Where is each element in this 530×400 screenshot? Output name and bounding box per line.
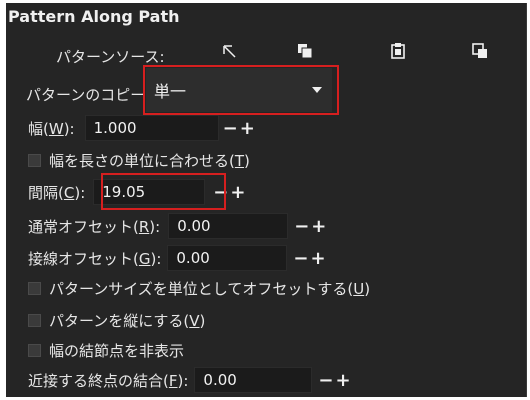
copies-value: 単一 <box>154 82 187 101</box>
width-row: 幅(W): 1.000 −+ <box>28 113 257 143</box>
offsets-unit-label: パターンサイズを単位としてオフセットする(U) <box>49 279 371 298</box>
hide-knot-row[interactable]: 幅の結節点を非表示 <box>28 335 184 365</box>
spacing-row: 間隔(C): 19.05 −+ <box>28 177 247 207</box>
offsets-unit-row[interactable]: パターンサイズを単位としてオフセットする(U) <box>28 273 370 303</box>
tangential-offset-label: 接線オフセット(G): <box>28 249 162 268</box>
normal-offset-input[interactable]: 0.00 <box>168 213 289 239</box>
width-stepper[interactable]: −+ <box>223 118 257 139</box>
pattern-along-path-panel: Pattern Along Path パターンソース: パターンのコピー: 単一… <box>6 3 527 397</box>
link-to-clipboard-icon[interactable] <box>472 43 488 59</box>
edit-on-canvas-icon[interactable] <box>222 43 238 59</box>
paste-icon[interactable] <box>390 43 406 59</box>
pattern-source-label: パターンソース: <box>56 47 165 66</box>
width-label: 幅(W): <box>28 119 75 138</box>
width-input[interactable]: 1.000 <box>84 115 219 141</box>
tangential-offset-row: 接線オフセット(G): 0.00 −+ <box>28 243 328 273</box>
chevron-down-icon <box>312 87 322 93</box>
vertical-checkbox[interactable] <box>28 313 41 327</box>
hide-knot-checkbox[interactable] <box>28 343 41 357</box>
spacing-stepper[interactable]: −+ <box>213 182 247 203</box>
hide-knot-label: 幅の結節点を非表示 <box>49 341 185 360</box>
spacing-label: 間隔(C): <box>28 183 86 202</box>
panel-title: Pattern Along Path <box>8 7 180 26</box>
copy-icon[interactable] <box>297 43 313 59</box>
vertical-row[interactable]: パターンを縦にする(V) <box>28 305 205 335</box>
width-length-label: 幅を長さの単位に合わせる(T) <box>49 151 250 170</box>
copies-label: パターンのコピー: <box>26 85 151 104</box>
fuse-label: 近接する終点の結合(F): <box>28 371 189 390</box>
fuse-stepper[interactable]: −+ <box>318 370 352 391</box>
fuse-input[interactable]: 0.00 <box>194 367 313 393</box>
normal-offset-label: 通常オフセット(R): <box>28 217 161 236</box>
copies-dropdown[interactable]: 単一 <box>146 68 332 112</box>
offsets-unit-checkbox[interactable] <box>28 281 41 295</box>
width-length-checkbox[interactable] <box>28 153 41 167</box>
vertical-label: パターンを縦にする(V) <box>49 311 206 330</box>
normal-offset-row: 通常オフセット(R): 0.00 −+ <box>28 211 328 241</box>
spacing-input[interactable]: 19.05 <box>93 179 206 205</box>
copies-row: パターンのコピー: <box>26 79 150 109</box>
tangential-offset-input[interactable]: 0.00 <box>167 245 288 271</box>
normal-offset-stepper[interactable]: −+ <box>294 216 328 237</box>
pattern-source-row: パターンソース: <box>56 41 165 71</box>
width-length-row[interactable]: 幅を長さの単位に合わせる(T) <box>28 145 250 175</box>
fuse-row: 近接する終点の結合(F): 0.00 −+ <box>28 365 353 395</box>
tangential-offset-stepper[interactable]: −+ <box>293 248 327 269</box>
